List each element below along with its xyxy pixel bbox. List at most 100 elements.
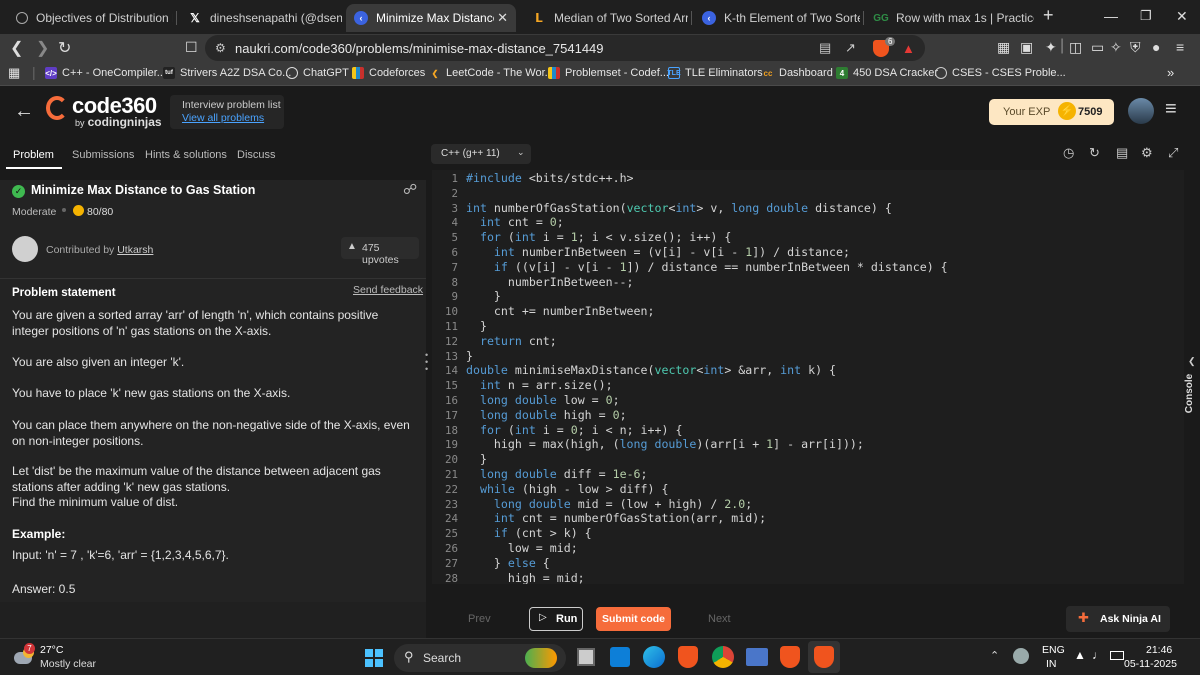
code-line[interactable]: int cnt = 0; (466, 215, 564, 229)
share-icon[interactable]: ↗ (845, 40, 856, 56)
code-line[interactable]: long double mid = (low + high) / 2.0; (466, 497, 752, 511)
code-line[interactable]: double minimiseMaxDistance(vector<int> &… (466, 363, 836, 377)
reader-mode-icon[interactable]: ▤ (819, 40, 831, 56)
code-line[interactable]: high = mid; (466, 571, 585, 584)
brave-rewards-icon[interactable]: ▲ (902, 41, 915, 56)
code-line[interactable]: for (int i = 1; i < v.size(); i++) { (466, 230, 731, 244)
tab-objectives[interactable]: Objectives of Distribution Protec (8, 4, 173, 32)
console-toggle[interactable]: ❮ Console (1184, 350, 1200, 420)
contributor-link[interactable]: Utkarsh (117, 244, 153, 256)
language-select[interactable]: C++ (g++ 11) ⌄ (431, 144, 531, 164)
more-bookmarks-icon[interactable]: » (1167, 65, 1174, 80)
bookmark-dashboard[interactable]: cc Dashboard (762, 67, 833, 79)
language-indicator[interactable]: ENG (1042, 644, 1065, 656)
code-line[interactable]: } else { (466, 556, 550, 570)
keyboard-app-icon[interactable] (746, 648, 768, 666)
edge-icon[interactable] (643, 646, 665, 668)
submit-code-button[interactable]: Submit code (596, 607, 671, 631)
send-feedback-link[interactable]: Send feedback (353, 284, 423, 296)
code-line[interactable]: high = max(high, (long double)(arr[i + 1… (466, 437, 864, 451)
bookmark-codeforces[interactable]: Codeforces (352, 67, 425, 79)
avatar[interactable] (1128, 98, 1154, 124)
tab-x-profile[interactable]: 𝕏 dineshsenapathi (@dsenapathi4 (180, 4, 342, 32)
code-line[interactable]: long double diff = 1e-6; (466, 467, 648, 481)
code-line[interactable]: long double low = 0; (466, 393, 620, 407)
code-line[interactable]: long double high = 0; (466, 408, 627, 422)
reload-button[interactable]: ↻ (58, 38, 71, 58)
forward-button[interactable]: ❯ (36, 38, 49, 58)
tab-problem[interactable]: Problem (13, 149, 54, 161)
chrome-icon[interactable] (712, 646, 734, 668)
code-line[interactable]: } (466, 289, 501, 303)
extensions-icon[interactable]: ▦ (997, 39, 1010, 56)
bookmark-tle[interactable]: TLE TLE Eliminators (667, 67, 763, 79)
exp-badge[interactable]: Your EXP ⚡ 7509 (989, 99, 1114, 125)
bookmark-chatgpt[interactable]: ChatGPT (286, 67, 349, 79)
tab-submissions[interactable]: Submissions (72, 149, 134, 161)
brave-icon[interactable] (678, 646, 698, 668)
bookmark-strivers[interactable]: tuf Strivers A2Z DSA Co... (163, 67, 291, 79)
code-line[interactable]: int numberInBetween = (v[i] - v[i - 1]) … (466, 245, 850, 259)
weather-widget-icon[interactable]: 7 (14, 643, 36, 668)
wallet-icon[interactable]: ▭ (1091, 39, 1104, 56)
code-line[interactable]: } (466, 349, 473, 363)
clock-time[interactable]: 21:46 (1146, 644, 1172, 656)
apps-grid-icon[interactable]: ▦ (8, 65, 20, 81)
next-button[interactable]: Next (708, 613, 731, 625)
share-icon[interactable]: ☍ (403, 181, 417, 198)
show-hidden-icons[interactable]: ⌃ (990, 649, 999, 662)
panel-resize-handle[interactable]: • • • (425, 351, 428, 374)
code-line[interactable]: low = mid; (466, 541, 578, 555)
tab-discuss[interactable]: Discuss (237, 149, 276, 161)
tab-minimize-max-distance[interactable]: ‹ Minimize Max Distance to G ✕ (346, 4, 516, 32)
code-editor[interactable]: 1 #include <bits/stdc++.h> 2 3 int numberOfG… (432, 170, 1184, 584)
hamburger-menu-icon[interactable]: ≡ (1165, 98, 1177, 121)
run-button[interactable]: ▷ Run (529, 607, 583, 631)
close-window-button[interactable]: ✕ (1176, 8, 1188, 25)
volume-icon[interactable]: ♩ (1092, 648, 1104, 662)
upvote-button[interactable]: ▲ 475 upvotes (341, 237, 419, 266)
prev-button[interactable]: Prev (468, 613, 491, 625)
screenshot-icon[interactable]: ▣ (1020, 39, 1033, 56)
tab-row-max-ones[interactable]: GG Row with max 1s | Practice | Gee (866, 4, 1034, 32)
bookmark-cses[interactable]: CSES - CSES Proble... (935, 67, 1066, 79)
settings-gear-icon[interactable]: ⚙ (1141, 145, 1153, 161)
bookmark-450-dsa[interactable]: 4 450 DSA Cracker (836, 67, 938, 79)
ai-sparkle-icon[interactable]: ✦ (1045, 39, 1057, 56)
code-line[interactable]: #include <bits/stdc++.h> (466, 171, 634, 185)
task-view-icon[interactable] (577, 648, 595, 666)
close-tab-icon[interactable]: ✕ (497, 10, 508, 26)
tab-hints-solutions[interactable]: Hints & solutions (145, 149, 227, 161)
code-line[interactable]: while (high - low > diff) { (466, 482, 668, 496)
wifi-icon[interactable]: ▲ (1074, 648, 1086, 662)
brave-profile-icon[interactable] (780, 646, 800, 668)
address-bar[interactable]: ⚙ naukri.com/code360/problems/minimise-m… (205, 35, 925, 61)
windows-start-icon[interactable] (365, 649, 383, 667)
restore-window-button[interactable]: ❐ (1140, 8, 1152, 24)
taskbar-search-box[interactable]: ⚲ Search (394, 644, 566, 672)
code-line[interactable]: if ((v[i] - v[i - 1]) / distance == numb… (466, 260, 948, 274)
bookmark-problemset[interactable]: Problemset - Codef... (548, 67, 669, 79)
bookmark-onecompiler[interactable]: </> C++ - OneCompiler... (45, 67, 166, 79)
tab-kth-element[interactable]: ‹ K-th Element of Two Sorted Arra (694, 4, 860, 32)
menu-icon[interactable]: ≡ (1176, 39, 1184, 55)
brave-active-icon[interactable] (808, 641, 840, 673)
battery-icon[interactable] (1110, 651, 1124, 660)
reset-code-icon[interactable]: ↻ (1089, 145, 1100, 161)
code-line[interactable]: if (cnt > k) { (466, 526, 592, 540)
tab-median-two-sorted[interactable]: 𝗟 Median of Two Sorted Arrays - L (524, 4, 688, 32)
leo-ai-icon[interactable]: ✧ (1110, 39, 1122, 56)
code-line[interactable]: int n = arr.size(); (466, 378, 613, 392)
bookmark-leetcode[interactable]: ❮ LeetCode - The Wor... (429, 67, 554, 79)
code-line[interactable]: int numberOfGasStation(vector<int> v, lo… (466, 201, 892, 215)
minimize-window-button[interactable]: — (1104, 8, 1118, 24)
microsoft-store-icon[interactable] (610, 647, 630, 667)
sidebar-icon[interactable]: ◫ (1069, 39, 1082, 56)
back-arrow-icon[interactable]: ← (14, 100, 34, 123)
code-line[interactable]: for (int i = 0; i < n; i++) { (466, 423, 682, 437)
code-line[interactable]: cnt += numberInBetween; (466, 304, 655, 318)
code-line[interactable]: } (466, 319, 487, 333)
bookmark-icon[interactable]: ☐ (185, 39, 198, 56)
code-line[interactable]: } (466, 452, 487, 466)
code-line[interactable]: numberInBetween--; (466, 275, 634, 289)
